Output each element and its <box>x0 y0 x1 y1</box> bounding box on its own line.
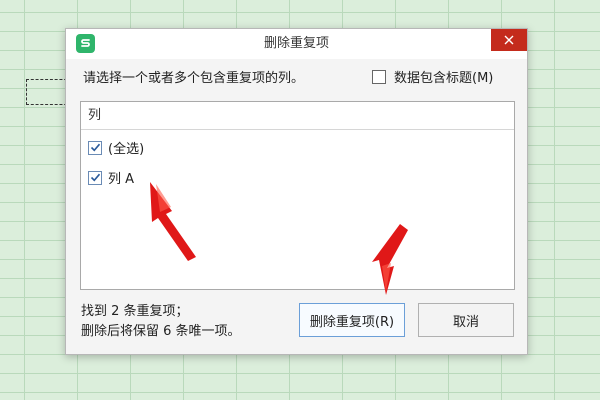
red-arrow-icon <box>372 224 408 295</box>
